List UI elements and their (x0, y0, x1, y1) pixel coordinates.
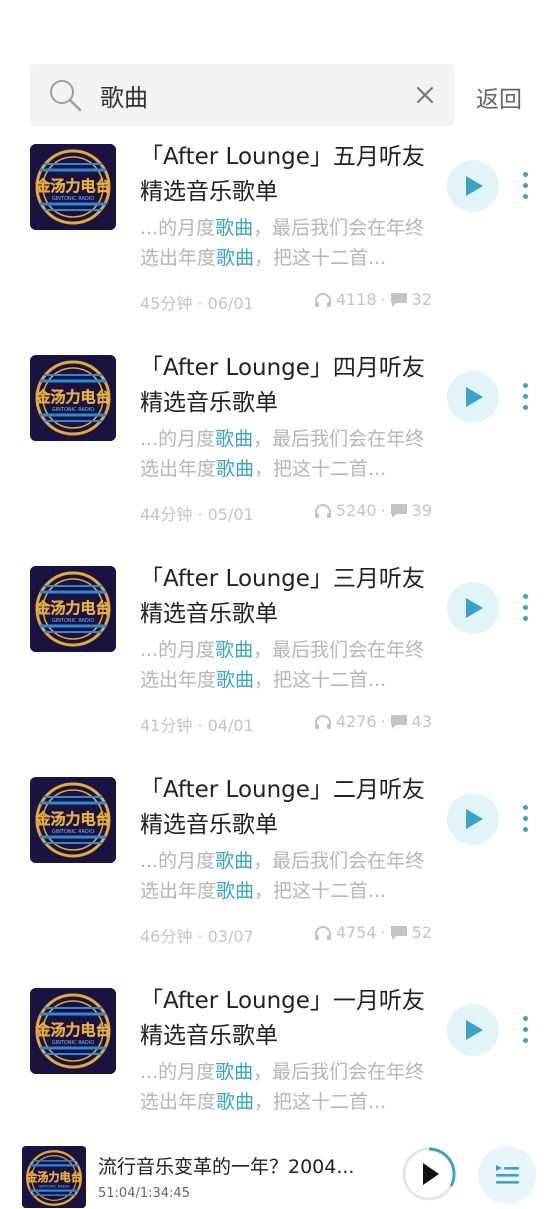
comment-count: 43 (411, 712, 432, 731)
back-button[interactable]: 返回 (476, 80, 522, 114)
radio-logo: 金汤力电台GINTONIC RADIO (30, 988, 116, 1074)
play-count: 5240 (335, 501, 377, 520)
play-count: 4276 (335, 712, 377, 731)
play-icon (466, 598, 483, 618)
radio-logo: 金汤力电台GINTONIC RADIO (22, 1146, 86, 1208)
player-cover-image[interactable]: 金汤力电台 GINTONIC RADIO (22, 1146, 86, 1208)
svg-text:金汤力电台: 金汤力电台 (34, 388, 110, 406)
playlist-button[interactable] (478, 1146, 536, 1204)
comment-icon (390, 292, 407, 307)
player-time: 51:04/1:34:45 (98, 1186, 190, 1201)
play-count: 4118 (335, 290, 377, 309)
svg-text:金汤力电台: 金汤力电台 (34, 1021, 110, 1039)
cover-image: 金汤力电台 GINTONIC RADIO (30, 355, 116, 441)
headphones-icon (314, 503, 331, 518)
comment-count: 39 (411, 501, 432, 520)
play-icon (466, 809, 483, 829)
item-title: 「After Lounge」五月听友精选音乐歌单 (140, 144, 425, 205)
play-button[interactable] (447, 160, 499, 212)
duration-date: 45分钟 · 06/01 (140, 294, 254, 313)
headphones-icon (314, 292, 331, 307)
cover-image: 金汤力电台 GINTONIC RADIO (30, 777, 116, 863)
comment-icon (390, 925, 407, 940)
duration-date: 41分钟 · 04/01 (140, 716, 254, 735)
more-button[interactable] (520, 172, 530, 200)
item-meta: 45分钟 · 06/01 4118 · 32 (140, 290, 432, 313)
list-item[interactable]: 金汤力电台 GINTONIC RADIO 「After Lounge」五月听友精选… (0, 140, 550, 351)
search-bar: 返回 (30, 64, 535, 126)
play-button[interactable] (447, 371, 499, 423)
item-title: 「After Lounge」一月听友精选音乐歌单 (140, 988, 425, 1049)
svg-text:金汤力电台: 金汤力电台 (34, 177, 110, 195)
play-icon (423, 1163, 439, 1185)
play-icon (466, 1020, 483, 1040)
item-description: ...的月度歌曲，最后我们会在年终选出年度歌曲，把这十二首... (140, 639, 425, 691)
radio-logo: 金汤力电台GINTONIC RADIO (30, 777, 116, 863)
item-title: 「After Lounge」三月听友精选音乐歌单 (140, 566, 425, 627)
comment-count: 52 (411, 923, 432, 942)
cover-image: 金汤力电台 GINTONIC RADIO (30, 566, 116, 652)
more-button[interactable] (520, 383, 530, 411)
search-box[interactable] (30, 64, 454, 126)
comment-icon (390, 503, 407, 518)
close-icon[interactable] (414, 84, 436, 106)
mini-player: 金汤力电台 GINTONIC RADIO 流行音乐变革的一年？2004... 51… (0, 1138, 550, 1209)
comment-icon (390, 714, 407, 729)
duration-date: 44分钟 · 05/01 (140, 505, 254, 524)
item-description: ...的月度歌曲，最后我们会在年终选出年度歌曲，把这十二首... (140, 1061, 425, 1113)
play-button[interactable] (447, 582, 499, 634)
search-icon (50, 80, 82, 112)
svg-text:GINTONIC RADIO: GINTONIC RADIO (52, 618, 94, 624)
search-input[interactable] (100, 78, 400, 112)
item-description: ...的月度歌曲，最后我们会在年终选出年度歌曲，把这十二首... (140, 850, 425, 902)
item-description: ...的月度歌曲，最后我们会在年终选出年度歌曲，把这十二首... (140, 217, 425, 269)
play-icon (466, 387, 483, 407)
player-play-button[interactable] (401, 1146, 457, 1202)
duration-date: 46分钟 · 03/07 (140, 927, 254, 946)
svg-text:GINTONIC RADIO: GINTONIC RADIO (52, 829, 94, 835)
svg-text:金汤力电台: 金汤力电台 (25, 1170, 82, 1184)
svg-text:GINTONIC RADIO: GINTONIC RADIO (52, 407, 94, 413)
radio-logo: 金汤力电台GINTONIC RADIO (30, 355, 116, 441)
result-list: 金汤力电台 GINTONIC RADIO 「After Lounge」五月听友精选… (0, 140, 550, 1195)
item-title: 「After Lounge」四月听友精选音乐歌单 (140, 355, 425, 416)
cover-image: 金汤力电台 GINTONIC RADIO (30, 988, 116, 1074)
item-meta: 44分钟 · 05/01 5240 · 39 (140, 501, 432, 524)
item-meta: 41分钟 · 04/01 4276 · 43 (140, 712, 432, 735)
play-button[interactable] (447, 793, 499, 845)
more-button[interactable] (520, 594, 530, 622)
list-item[interactable]: 金汤力电台 GINTONIC RADIO 「After Lounge」四月听友精选… (0, 351, 550, 562)
comment-count: 32 (411, 290, 432, 309)
player-title[interactable]: 流行音乐变革的一年？2004... (98, 1152, 388, 1179)
play-icon (466, 176, 483, 196)
headphones-icon (314, 925, 331, 940)
play-count: 4754 (335, 923, 377, 942)
svg-text:金汤力电台: 金汤力电台 (34, 810, 110, 828)
more-button[interactable] (520, 1016, 530, 1044)
list-item[interactable]: 金汤力电台 GINTONIC RADIO 「After Lounge」二月听友精选… (0, 773, 550, 984)
radio-logo: 金汤力电台GINTONIC RADIO (30, 144, 116, 230)
headphones-icon (314, 714, 331, 729)
playlist-icon (496, 1165, 519, 1184)
item-description: ...的月度歌曲，最后我们会在年终选出年度歌曲，把这十二首... (140, 428, 425, 480)
cover-image: 金汤力电台 GINTONIC RADIO (30, 144, 116, 230)
radio-logo: 金汤力电台GINTONIC RADIO (30, 566, 116, 652)
more-button[interactable] (520, 805, 530, 833)
item-title: 「After Lounge」二月听友精选音乐歌单 (140, 777, 425, 838)
list-item[interactable]: 金汤力电台 GINTONIC RADIO 「After Lounge」三月听友精选… (0, 562, 550, 773)
item-meta: 46分钟 · 03/07 4754 · 52 (140, 923, 432, 946)
play-button[interactable] (447, 1004, 499, 1056)
svg-text:GINTONIC RADIO: GINTONIC RADIO (52, 196, 94, 202)
svg-text:金汤力电台: 金汤力电台 (34, 599, 110, 617)
svg-text:GINTONIC RADIO: GINTONIC RADIO (52, 1040, 94, 1046)
svg-text:GINTONIC RADIO: GINTONIC RADIO (38, 1185, 70, 1189)
